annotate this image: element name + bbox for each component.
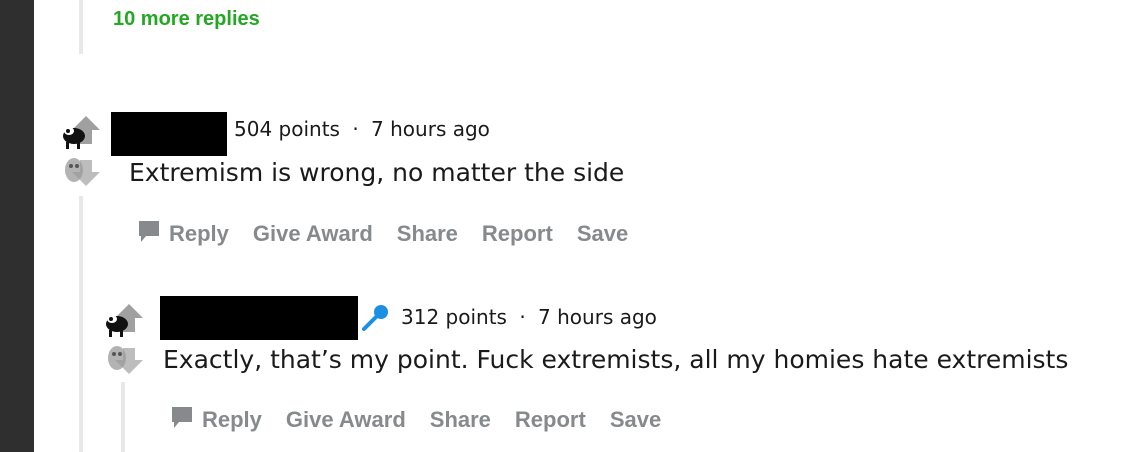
reply-button[interactable]: Reply xyxy=(170,404,262,436)
downvote-icon[interactable] xyxy=(108,346,143,374)
redacted-username xyxy=(160,296,358,340)
give-award-button[interactable]: Give Award xyxy=(253,221,373,247)
upvote-icon[interactable] xyxy=(106,304,143,337)
downvote-icon[interactable] xyxy=(65,158,100,186)
comment-body: Exactly, that’s my point. Fuck extremist… xyxy=(163,345,1069,374)
comment-actions: Reply Give Award Share Report Save xyxy=(170,404,661,436)
reply-label: Reply xyxy=(169,221,229,246)
avatar-ghost xyxy=(108,346,126,370)
comment-body: Extremism is wrong, no matter the side xyxy=(129,158,625,187)
microphone-icon xyxy=(360,303,390,333)
upvote-icon[interactable] xyxy=(63,116,100,149)
share-button[interactable]: Share xyxy=(397,221,458,247)
vote-controls xyxy=(103,302,147,374)
thread-line-top[interactable] xyxy=(79,0,83,54)
avatar-ghost xyxy=(65,158,83,182)
avatar xyxy=(63,127,85,149)
more-replies-link[interactable]: 10 more replies xyxy=(113,8,260,31)
reply-button[interactable]: Reply xyxy=(137,218,229,250)
comment-actions: Reply Give Award Share Report Save xyxy=(137,218,628,250)
chat-bubble-icon xyxy=(137,218,161,250)
points: 312 points xyxy=(401,305,507,329)
save-button[interactable]: Save xyxy=(610,407,661,433)
thread-line-comment-1[interactable] xyxy=(79,196,83,452)
timestamp[interactable]: 7 hours ago xyxy=(538,305,657,329)
vote-controls xyxy=(60,114,104,186)
save-button[interactable]: Save xyxy=(577,221,628,247)
points: 504 points xyxy=(234,117,340,141)
comment-meta: 504 points · 7 hours ago xyxy=(234,117,490,141)
thread-line-comment-2[interactable] xyxy=(121,382,125,452)
report-button[interactable]: Report xyxy=(482,221,553,247)
separator: · xyxy=(352,117,359,141)
separator: · xyxy=(519,305,526,329)
timestamp[interactable]: 7 hours ago xyxy=(371,117,490,141)
reply-label: Reply xyxy=(202,407,262,432)
report-button[interactable]: Report xyxy=(515,407,586,433)
left-rail xyxy=(0,0,34,452)
give-award-button[interactable]: Give Award xyxy=(286,407,406,433)
share-button[interactable]: Share xyxy=(430,407,491,433)
chat-bubble-icon xyxy=(170,404,194,436)
redacted-username xyxy=(111,112,227,156)
comment-meta: 312 points · 7 hours ago xyxy=(401,305,657,329)
avatar xyxy=(106,315,128,337)
